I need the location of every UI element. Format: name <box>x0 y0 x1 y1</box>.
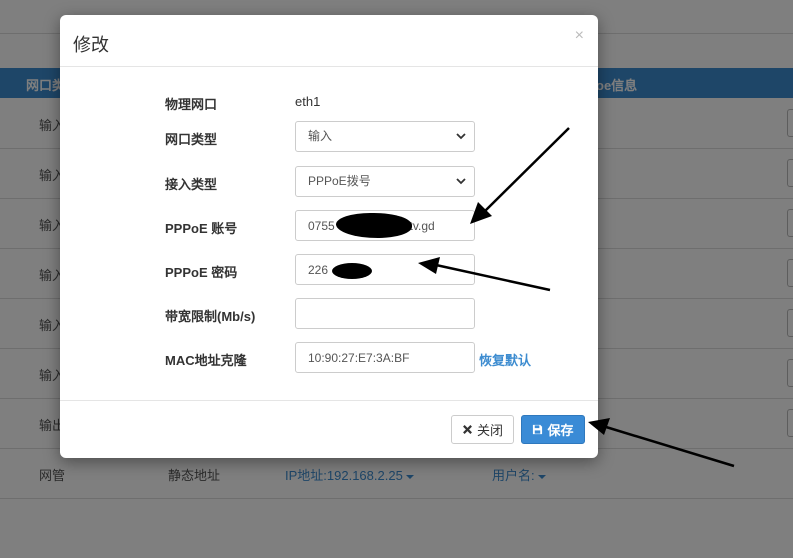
close-button-label: 关闭 <box>476 423 503 438</box>
modal-title: 修改 <box>73 35 109 55</box>
form-row-pppoe-account: PPPoE 账号 <box>60 210 598 242</box>
access-type-selected-value: PPPoE拨号 <box>308 174 371 188</box>
close-icon[interactable]: × <box>575 28 584 44</box>
save-button-label: 保存 <box>547 423 574 438</box>
redaction-mark <box>332 263 372 279</box>
edit-modal: 修改 × 物理网口 eth1 网口类型 输入 接入类型 PPPoE拨号 PPPo… <box>60 15 598 458</box>
port-type-selected-value: 输入 <box>308 129 333 143</box>
chevron-down-icon <box>456 178 466 185</box>
port-type-label: 网口类型 <box>165 132 218 147</box>
form-row-port-type: 网口类型 输入 <box>60 121 598 153</box>
chevron-down-icon <box>456 133 466 140</box>
pppoe-password-label: PPPoE 密码 <box>165 265 238 280</box>
restore-default-link[interactable]: 恢复默认 <box>479 350 531 369</box>
port-type-select[interactable]: 输入 <box>295 121 475 152</box>
close-button[interactable]: 关闭 <box>451 415 514 444</box>
close-icon <box>463 425 472 434</box>
form-row-bandwidth: 带宽限制(Mb/s) <box>60 298 598 330</box>
access-type-label: 接入类型 <box>165 177 218 192</box>
floppy-disk-icon <box>533 424 543 435</box>
modal-header: 修改 × <box>60 15 598 67</box>
bandwidth-input[interactable] <box>295 298 475 329</box>
mac-clone-label: MAC地址克隆 <box>165 353 247 368</box>
pppoe-password-input[interactable] <box>295 254 475 285</box>
save-button[interactable]: 保存 <box>521 415 585 444</box>
pppoe-account-label: PPPoE 账号 <box>165 221 238 236</box>
form-row-mac-clone: MAC地址克隆 恢复默认 <box>60 342 598 374</box>
physical-port-value: eth1 <box>295 94 321 109</box>
form-row-physical-port: 物理网口 eth1 <box>60 86 598 118</box>
access-type-select[interactable]: PPPoE拨号 <box>295 166 475 197</box>
form-row-pppoe-password: PPPoE 密码 <box>60 254 598 286</box>
form-row-access-type: 接入类型 PPPoE拨号 <box>60 166 598 198</box>
modal-footer: 关闭 保存 <box>60 400 598 458</box>
bandwidth-label: 带宽限制(Mb/s) <box>165 309 256 324</box>
mac-address-input[interactable] <box>295 342 475 373</box>
physical-port-label: 物理网口 <box>165 97 218 112</box>
